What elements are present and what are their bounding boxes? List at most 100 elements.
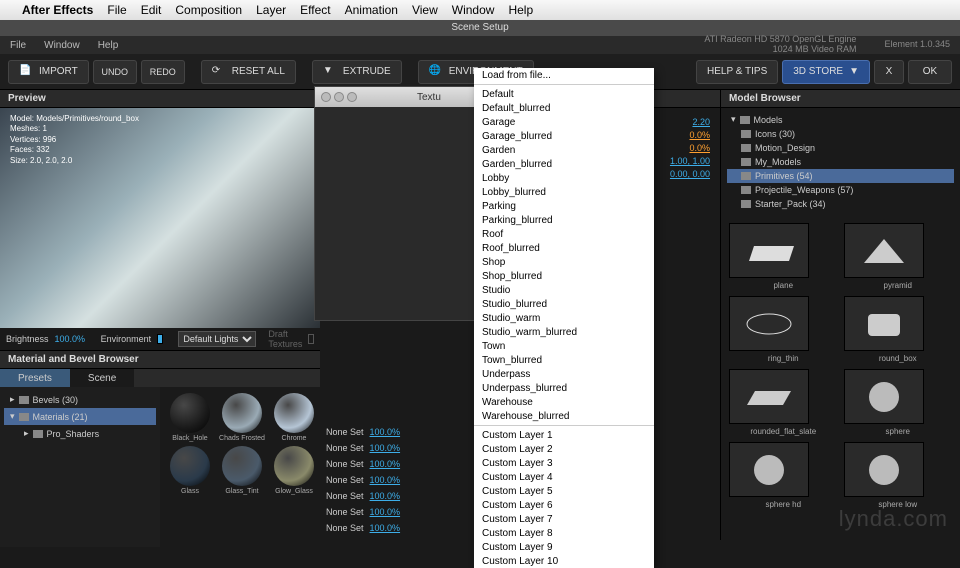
tree-root-models[interactable]: ▾ Models	[727, 112, 954, 127]
preset-item[interactable]: Studio_warm	[474, 311, 654, 325]
preset-item[interactable]: Garage	[474, 115, 654, 129]
model-thumb[interactable]: ring_thin	[729, 296, 838, 363]
load-from-file[interactable]: Load from file...	[474, 68, 654, 82]
zoom-icon[interactable]	[347, 92, 357, 102]
preset-item[interactable]: Studio	[474, 283, 654, 297]
tree-icons[interactable]: Icons (30)	[727, 127, 954, 141]
menu-composition[interactable]: Composition	[175, 3, 242, 17]
custom-layer-item[interactable]: Custom Layer 9	[474, 540, 654, 554]
preset-item[interactable]: Default	[474, 87, 654, 101]
preset-item[interactable]: Town_blurred	[474, 353, 654, 367]
model-thumb[interactable]: sphere low	[844, 442, 953, 509]
custom-layer-item[interactable]: Custom Layer 5	[474, 484, 654, 498]
environment-checkbox[interactable]	[157, 334, 163, 344]
preset-item[interactable]: Underpass	[474, 367, 654, 381]
tree-projectile-weapons[interactable]: Projectile_Weapons (57)	[727, 183, 954, 197]
preset-item[interactable]: Lobby	[474, 171, 654, 185]
tree-materials[interactable]: ▾ Materials (21)	[4, 408, 156, 425]
model-thumb[interactable]: pyramid	[844, 223, 953, 290]
close-icon[interactable]	[321, 92, 331, 102]
extrude-button[interactable]: ▼EXTRUDE	[312, 60, 402, 84]
custom-layer-item[interactable]: Custom Layer 6	[474, 498, 654, 512]
menu-layer[interactable]: Layer	[256, 3, 286, 17]
lights-select[interactable]: Default Lights	[178, 331, 256, 347]
reset-all-button[interactable]: ⟳RESET ALL	[201, 60, 296, 84]
globe-icon: 🌐	[429, 65, 443, 79]
tree-my-models[interactable]: My_Models	[727, 155, 954, 169]
import-button[interactable]: 📄IMPORT	[8, 60, 89, 84]
minimize-icon[interactable]	[334, 92, 344, 102]
custom-layer-item[interactable]: Custom Layer 3	[474, 456, 654, 470]
custom-layer-item[interactable]: Custom Layer 1	[474, 428, 654, 442]
custom-layer-item[interactable]: Custom Layer 2	[474, 442, 654, 456]
menu-help[interactable]: Help	[508, 3, 533, 17]
preset-item[interactable]: Studio_warm_blurred	[474, 325, 654, 339]
app-name[interactable]: After Effects	[22, 3, 93, 17]
menu-file[interactable]: File	[107, 3, 126, 17]
material-thumb[interactable]: Chrome	[270, 393, 318, 442]
preset-item[interactable]: Town	[474, 339, 654, 353]
preset-item[interactable]: Parking	[474, 199, 654, 213]
model-thumb[interactable]: sphere	[844, 369, 953, 436]
uv-repeat-value[interactable]: 1.00, 1.00	[670, 156, 710, 166]
folder-icon	[741, 130, 751, 138]
material-thumb[interactable]: Glass_Tint	[218, 446, 266, 495]
preset-item[interactable]: Garden	[474, 143, 654, 157]
preset-item[interactable]: Roof_blurred	[474, 241, 654, 255]
preset-item[interactable]: Shop_blurred	[474, 269, 654, 283]
material-thumb[interactable]: Black_Hole	[166, 393, 214, 442]
tree-primitives[interactable]: Primitives (54)	[727, 169, 954, 183]
tree-pro-shaders[interactable]: ▸ Pro_Shaders	[4, 425, 156, 442]
preset-item[interactable]: Warehouse_blurred	[474, 409, 654, 423]
preset-item[interactable]: Studio_blurred	[474, 297, 654, 311]
saturation-value[interactable]: 0.0%	[689, 143, 710, 153]
material-thumb[interactable]: Chads Frosted	[218, 393, 266, 442]
uv-offset-value[interactable]: 0.00, 0.00	[670, 169, 710, 179]
model-thumb[interactable]: round_box	[844, 296, 953, 363]
custom-layer-item[interactable]: Custom Layer 4	[474, 470, 654, 484]
model-thumb[interactable]: sphere hd	[729, 442, 838, 509]
tree-motion-design[interactable]: Motion_Design	[727, 141, 954, 155]
plugin-menu-file[interactable]: File	[10, 40, 26, 51]
contrast-value[interactable]: 0.0%	[689, 130, 710, 140]
preset-item[interactable]: Parking_blurred	[474, 213, 654, 227]
model-thumb[interactable]: rounded_flat_slate	[729, 369, 838, 436]
redo-button[interactable]: REDO	[141, 60, 185, 84]
preset-item[interactable]: Roof	[474, 227, 654, 241]
preset-item[interactable]: Warehouse	[474, 395, 654, 409]
tab-scene[interactable]: Scene	[70, 369, 134, 387]
tree-bevels[interactable]: ▸ Bevels (30)	[4, 391, 156, 408]
help-tips-button[interactable]: HELP & TIPS	[696, 60, 778, 84]
tree-starter-pack[interactable]: Starter_Pack (34)	[727, 197, 954, 211]
preset-item[interactable]: Default_blurred	[474, 101, 654, 115]
tab-presets[interactable]: Presets	[0, 369, 70, 387]
preset-item[interactable]: Shop	[474, 255, 654, 269]
custom-layer-item[interactable]: Custom Layer 8	[474, 526, 654, 540]
menu-effect[interactable]: Effect	[300, 3, 330, 17]
plugin-menu-window[interactable]: Window	[44, 40, 80, 51]
menu-window[interactable]: Window	[452, 3, 495, 17]
close-x-button[interactable]: X	[874, 60, 904, 84]
preview-viewport[interactable]: Model: Models/Primitives/round_box Meshe…	[0, 108, 320, 328]
3d-store-button[interactable]: 3D STORE ▼	[782, 60, 870, 84]
ok-button[interactable]: OK	[908, 60, 952, 84]
custom-layer-item[interactable]: Custom Layer 10	[474, 554, 654, 568]
gamma-value[interactable]: 2.20	[692, 117, 710, 127]
material-thumb[interactable]: Glow_Glass	[270, 446, 318, 495]
preset-item[interactable]: Garage_blurred	[474, 129, 654, 143]
undo-button[interactable]: UNDO	[93, 60, 137, 84]
menu-animation[interactable]: Animation	[345, 3, 398, 17]
material-thumb[interactable]: Glass	[166, 446, 214, 495]
draft-textures-checkbox[interactable]	[308, 334, 314, 344]
preset-item[interactable]: Underpass_blurred	[474, 381, 654, 395]
preset-item[interactable]: Garden_blurred	[474, 157, 654, 171]
custom-layer-item[interactable]: Custom Layer 7	[474, 512, 654, 526]
menu-edit[interactable]: Edit	[141, 3, 162, 17]
plugin-menu-help[interactable]: Help	[98, 40, 119, 51]
model-thumb[interactable]: plane	[729, 223, 838, 290]
menu-view[interactable]: View	[412, 3, 438, 17]
preset-item[interactable]: Lobby_blurred	[474, 185, 654, 199]
material-browser-header: Material and Bevel Browser	[0, 351, 320, 369]
brightness-value[interactable]: 100.0%	[55, 334, 86, 344]
preview-panel: Preview Model: Models/Primitives/round_b…	[0, 90, 320, 350]
